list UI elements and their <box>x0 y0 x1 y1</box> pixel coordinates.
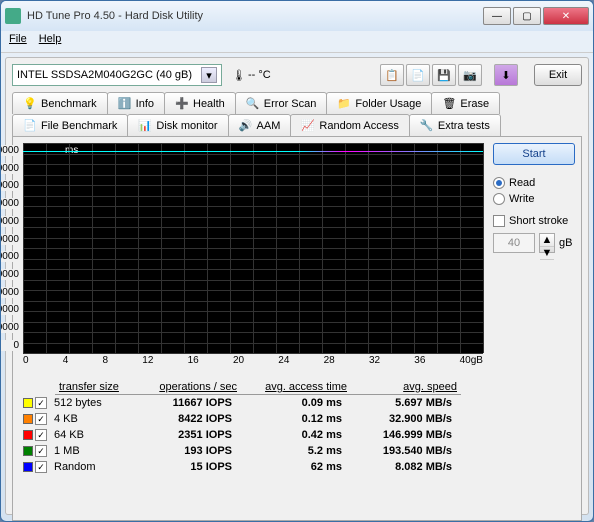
device-select[interactable]: INTEL SSDSA2M040G2GC (40 gB) ▾ <box>12 64 222 86</box>
search-icon: 🔍 <box>246 97 260 111</box>
color-swatch <box>23 462 33 472</box>
tabs-row1: 💡Benchmark ℹ️Info ➕Health 🔍Error Scan 📁F… <box>12 92 582 114</box>
controls-sidebar: Start Read Write Short stroke ▲▼ gB <box>493 143 575 514</box>
camera-button[interactable]: 📷 <box>458 64 482 86</box>
random-icon: 📈 <box>301 119 315 133</box>
save-button[interactable]: 💾 <box>432 64 456 86</box>
folder-icon: 📁 <box>337 97 351 111</box>
table-row: ✓1 MB193 IOPS5.2 ms193.540 MB/s <box>23 443 483 459</box>
table-row: ✓512 bytes11667 IOPS0.09 ms5.697 MB/s <box>23 395 483 411</box>
tab-folderusage[interactable]: 📁Folder Usage <box>326 92 432 114</box>
monitor-icon: 📊 <box>138 119 152 133</box>
copy2-button[interactable]: 📄 <box>406 64 430 86</box>
x-axis-labels: 0481216202428323640gB <box>23 355 483 366</box>
start-button[interactable]: Start <box>493 143 575 165</box>
y-axis-labels: 0000090000800007000060000600005000040000… <box>19 143 21 353</box>
tab-erase[interactable]: 🗑Erase <box>431 92 500 114</box>
extra-icon: 🔧 <box>420 119 434 133</box>
bulb-icon: 💡 <box>23 97 37 111</box>
table-row: ✓64 KB2351 IOPS0.42 ms146.999 MB/s <box>23 427 483 443</box>
temperature: 🌡 -- °C <box>232 69 271 82</box>
window-title: HD Tune Pro 4.50 - Hard Disk Utility <box>27 10 483 22</box>
trash-icon: 🗑 <box>442 97 456 111</box>
menu-help[interactable]: Help <box>39 33 62 50</box>
stroke-unit: gB <box>559 237 572 249</box>
color-swatch <box>23 446 33 456</box>
checkbox-icon <box>493 215 505 227</box>
info-icon: ℹ️ <box>118 97 132 111</box>
row-checkbox[interactable]: ✓ <box>35 429 47 441</box>
content-area: INTEL SSDSA2M040G2GC (40 gB) ▾ 🌡 -- °C 📋… <box>5 57 589 515</box>
tab-info[interactable]: ℹ️Info <box>107 92 165 114</box>
device-label: INTEL SSDSA2M040G2GC (40 gB) <box>17 69 192 81</box>
table-row: ✓4 KB8422 IOPS0.12 ms32.900 MB/s <box>23 411 483 427</box>
app-icon <box>5 8 21 24</box>
col-speed: avg. speed <box>351 380 461 395</box>
results-table: transfer size operations / sec avg. acce… <box>23 380 483 475</box>
row-checkbox[interactable]: ✓ <box>35 461 47 473</box>
file-icon: 📄 <box>23 119 37 133</box>
col-transfer: transfer size <box>55 380 131 395</box>
maximize-button[interactable]: ▢ <box>513 7 541 25</box>
table-row: ✓Random15 IOPS62 ms8.082 MB/s <box>23 459 483 475</box>
color-swatch <box>23 430 33 440</box>
close-button[interactable]: ✕ <box>543 7 589 25</box>
menu-file[interactable]: File <box>9 33 27 50</box>
panel-randomaccess: ms 0000090000800007000060000600005000040… <box>12 136 582 521</box>
speaker-icon: 🔊 <box>239 119 253 133</box>
stroke-spinner[interactable]: ▲▼ <box>539 233 555 253</box>
row-checkbox[interactable]: ✓ <box>35 445 47 457</box>
health-icon: ➕ <box>175 97 189 111</box>
tab-extratests[interactable]: 🔧Extra tests <box>409 114 501 136</box>
refresh-button[interactable]: ⬇ <box>494 64 518 86</box>
titlebar[interactable]: HD Tune Pro 4.50 - Hard Disk Utility — ▢… <box>1 1 593 31</box>
dropdown-icon[interactable]: ▾ <box>201 67 217 83</box>
col-access: avg. access time <box>241 380 351 395</box>
tab-randomaccess[interactable]: 📈Random Access <box>290 114 409 136</box>
exit-button[interactable]: Exit <box>534 64 582 86</box>
copy-button[interactable]: 📋 <box>380 64 404 86</box>
chevron-down-icon[interactable]: ▼ <box>540 247 554 260</box>
tab-errorscan[interactable]: 🔍Error Scan <box>235 92 328 114</box>
radio-read[interactable]: Read <box>493 177 575 189</box>
data-line <box>23 151 483 152</box>
chart-area: ms 0000090000800007000060000600005000040… <box>23 143 483 353</box>
tab-filebenchmark[interactable]: 📄File Benchmark <box>12 114 128 136</box>
tab-benchmark[interactable]: 💡Benchmark <box>12 92 108 114</box>
stroke-input[interactable] <box>493 233 535 253</box>
col-ops: operations / sec <box>131 380 241 395</box>
minimize-button[interactable]: — <box>483 7 511 25</box>
temp-value: -- °C <box>248 69 271 81</box>
menubar: File Help <box>1 31 593 53</box>
radio-write[interactable]: Write <box>493 193 575 205</box>
check-shortstroke[interactable]: Short stroke <box>493 215 575 227</box>
color-swatch <box>23 414 33 424</box>
radio-dot-icon <box>493 193 505 205</box>
thermometer-icon: 🌡 <box>232 69 246 82</box>
row-checkbox[interactable]: ✓ <box>35 397 47 409</box>
chevron-up-icon[interactable]: ▲ <box>540 234 554 247</box>
row-checkbox[interactable]: ✓ <box>35 413 47 425</box>
tabs-row2: 📄File Benchmark 📊Disk monitor 🔊AAM 📈Rand… <box>12 114 582 136</box>
tab-health[interactable]: ➕Health <box>164 92 236 114</box>
tab-aam[interactable]: 🔊AAM <box>228 114 292 136</box>
radio-dot-icon <box>493 177 505 189</box>
color-swatch <box>23 398 33 408</box>
tab-diskmonitor[interactable]: 📊Disk monitor <box>127 114 228 136</box>
app-window: HD Tune Pro 4.50 - Hard Disk Utility — ▢… <box>0 0 594 522</box>
